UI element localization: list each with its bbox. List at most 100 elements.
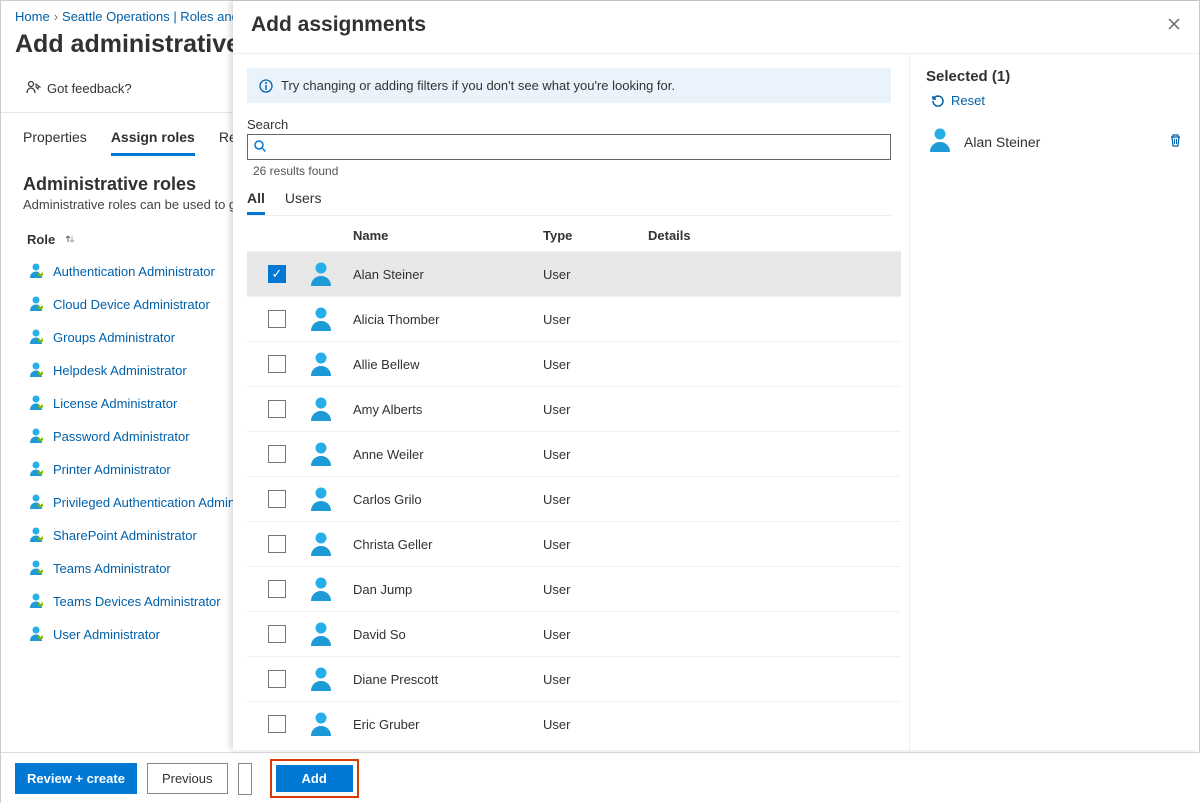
checkbox[interactable]: [268, 310, 286, 328]
role-person-icon: [27, 591, 45, 612]
user-row[interactable]: Dan Jump User: [247, 566, 901, 611]
role-person-icon: [27, 294, 45, 315]
user-name: Alicia Thomber: [353, 312, 543, 327]
checkbox[interactable]: [268, 715, 286, 733]
hidden-button[interactable]: [238, 763, 252, 795]
user-type: User: [543, 447, 648, 462]
grid-rows[interactable]: ✓ Alan Steiner User Alicia Thomber User …: [247, 251, 901, 750]
reset-button[interactable]: Reset: [930, 93, 1183, 108]
close-icon[interactable]: [1167, 17, 1181, 34]
role-link[interactable]: Authentication Administrator: [53, 264, 215, 279]
breadcrumb-seattle[interactable]: Seattle Operations | Roles and: [62, 9, 239, 24]
panel-left: Try changing or adding filters if you do…: [233, 54, 909, 750]
search-box: [247, 134, 891, 160]
search-input[interactable]: [247, 134, 891, 160]
checkbox[interactable]: [268, 625, 286, 643]
chevron-right-icon: ›: [54, 9, 58, 24]
user-row[interactable]: Anne Weiler User: [247, 431, 901, 476]
role-person-icon: [27, 360, 45, 381]
user-name: Christa Geller: [353, 537, 543, 552]
reset-label: Reset: [951, 93, 985, 108]
role-person-icon: [27, 393, 45, 414]
user-type: User: [543, 672, 648, 687]
user-row[interactable]: Diane Prescott User: [247, 656, 901, 701]
grid-header: Name Type Details: [247, 216, 901, 251]
role-column-label: Role: [27, 232, 55, 247]
user-row[interactable]: Carlos Grilo User: [247, 476, 901, 521]
user-name: Diane Prescott: [353, 672, 543, 687]
column-type[interactable]: Type: [543, 228, 648, 243]
review-create-button[interactable]: Review + create: [15, 763, 137, 794]
role-person-icon: [27, 426, 45, 447]
column-name[interactable]: Name: [353, 228, 543, 243]
footer-bar: Review + create Previous Add: [1, 752, 1200, 804]
user-name: Carlos Grilo: [353, 492, 543, 507]
role-link[interactable]: Cloud Device Administrator: [53, 297, 210, 312]
user-avatar-icon: [307, 395, 353, 423]
checkbox[interactable]: [268, 535, 286, 553]
user-row[interactable]: Alicia Thomber User: [247, 296, 901, 341]
checkbox[interactable]: [268, 670, 286, 688]
user-row[interactable]: Christa Geller User: [247, 521, 901, 566]
role-link[interactable]: Privileged Authentication Administ: [53, 495, 248, 510]
user-avatar-icon: [307, 575, 353, 603]
column-details[interactable]: Details: [648, 228, 901, 243]
checkbox[interactable]: ✓: [268, 265, 286, 283]
checkbox[interactable]: [268, 400, 286, 418]
user-name: Amy Alberts: [353, 402, 543, 417]
panel-title: Add assignments: [251, 13, 426, 37]
user-name: Eric Gruber: [353, 717, 543, 732]
add-button[interactable]: Add: [276, 765, 353, 792]
user-name: Allie Bellew: [353, 357, 543, 372]
role-link[interactable]: License Administrator: [53, 396, 177, 411]
breadcrumb-home[interactable]: Home: [15, 9, 50, 24]
role-link[interactable]: SharePoint Administrator: [53, 528, 197, 543]
tab-properties[interactable]: Properties: [23, 129, 87, 156]
role-link[interactable]: Teams Administrator: [53, 561, 171, 576]
role-link[interactable]: Helpdesk Administrator: [53, 363, 187, 378]
user-name: Dan Jump: [353, 582, 543, 597]
selected-heading: Selected (1): [926, 68, 1183, 85]
checkbox[interactable]: [268, 580, 286, 598]
role-link[interactable]: Printer Administrator: [53, 462, 171, 477]
info-icon: [259, 79, 273, 93]
user-type: User: [543, 267, 648, 282]
tab-users[interactable]: Users: [285, 190, 322, 215]
trash-icon[interactable]: [1168, 133, 1183, 151]
panel-right: Selected (1) Reset Alan Steiner: [909, 54, 1199, 750]
info-banner-text: Try changing or adding filters if you do…: [281, 78, 675, 93]
user-row[interactable]: Eric Gruber User: [247, 701, 901, 746]
user-type: User: [543, 492, 648, 507]
sort-icon: [65, 232, 75, 247]
user-type: User: [543, 537, 648, 552]
previous-button[interactable]: Previous: [147, 763, 228, 794]
user-row[interactable]: ✓ Alan Steiner User: [247, 251, 901, 296]
tab-all[interactable]: All: [247, 190, 265, 215]
role-link[interactable]: User Administrator: [53, 627, 160, 642]
user-grid: Name Type Details ✓ Alan Steiner User Al…: [247, 216, 901, 750]
panel-tabs: All Users: [247, 184, 891, 216]
tab-assign-roles[interactable]: Assign roles: [111, 129, 195, 156]
user-row[interactable]: Allie Bellew User: [247, 341, 901, 386]
user-name: Anne Weiler: [353, 447, 543, 462]
panel-header: Add assignments: [233, 1, 1199, 45]
results-found-text: 26 results found: [247, 160, 901, 184]
role-link[interactable]: Teams Devices Administrator: [53, 594, 221, 609]
user-avatar-icon: [307, 260, 353, 288]
feedback-label: Got feedback?: [47, 81, 132, 96]
user-type: User: [543, 717, 648, 732]
user-avatar-icon: [307, 305, 353, 333]
role-link[interactable]: Password Administrator: [53, 429, 190, 444]
user-avatar-icon: [307, 620, 353, 648]
user-row[interactable]: Amy Alberts User: [247, 386, 901, 431]
selected-name: Alan Steiner: [964, 134, 1158, 150]
user-type: User: [543, 357, 648, 372]
checkbox[interactable]: [268, 445, 286, 463]
user-row[interactable]: David So User: [247, 611, 901, 656]
selected-list: Alan Steiner: [926, 108, 1183, 157]
checkbox[interactable]: [268, 355, 286, 373]
user-type: User: [543, 582, 648, 597]
checkbox[interactable]: [268, 490, 286, 508]
role-person-icon: [27, 327, 45, 348]
role-link[interactable]: Groups Administrator: [53, 330, 175, 345]
